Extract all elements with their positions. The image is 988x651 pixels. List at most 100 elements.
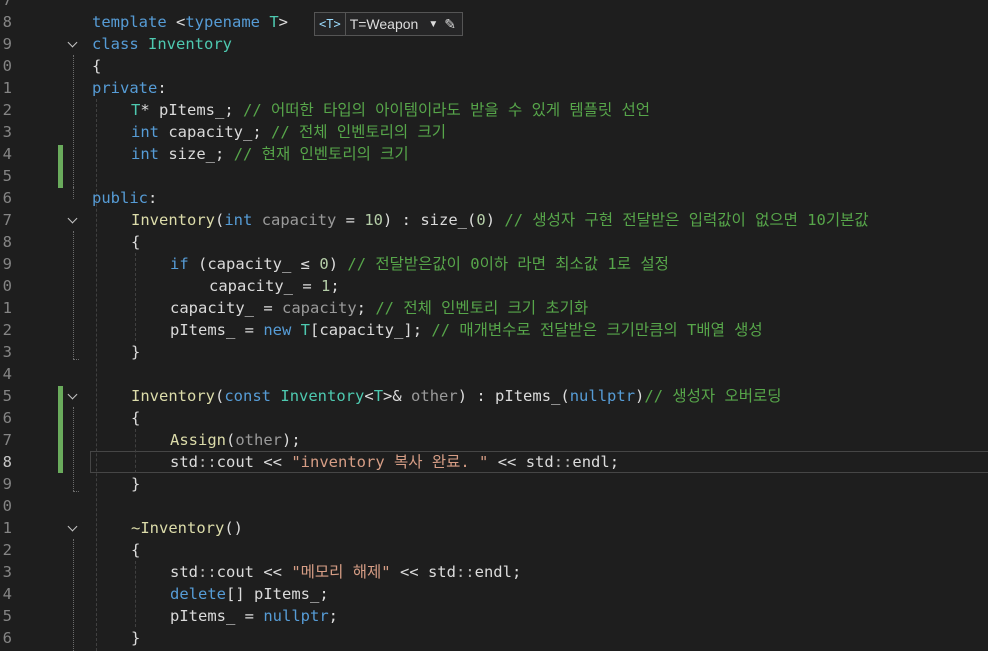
punctuation: () xyxy=(224,519,244,537)
member-variable: capacity_ xyxy=(207,255,292,273)
keyword: nullptr xyxy=(569,387,636,405)
line-number: 3 xyxy=(2,123,12,141)
identifier: endl xyxy=(474,563,512,581)
code-line[interactable]: 8 std::cout << "inventory 복사 완료. " << st… xyxy=(0,451,988,473)
punctuation: ; xyxy=(330,277,340,295)
keyword: public xyxy=(92,189,148,207)
code-line[interactable]: 2 T* pItems_; // 어떠한 타입의 아이템이라도 받을 수 있게 … xyxy=(0,99,988,121)
code-line[interactable]: 8 template <typename T> xyxy=(0,11,988,33)
operator: :: xyxy=(455,563,475,581)
function-name: Inventory xyxy=(131,387,215,405)
comment: // 생성자 구현 전달받은 입력값이 없으면 10기본값 xyxy=(504,211,869,229)
code-line[interactable]: 5 xyxy=(0,165,988,187)
code-line[interactable]: 0 xyxy=(0,495,988,517)
code-line[interactable]: 1 capacity_ = capacity; // 전체 인벤토리 크기 초기… xyxy=(0,297,988,319)
fold-toggle-icon[interactable] xyxy=(67,209,79,231)
code-line[interactable]: 4 int size_; // 현재 인벤토리의 크기 xyxy=(0,143,988,165)
code-line[interactable]: 1 private: xyxy=(0,77,988,99)
punctuation: ; xyxy=(609,453,620,471)
fold-toggle-icon[interactable] xyxy=(67,385,79,407)
punctuation: ) xyxy=(635,387,645,405)
code-line[interactable]: 7 Inventory(int capacity = 10) : size_(0… xyxy=(0,209,988,231)
fold-toggle-icon[interactable] xyxy=(67,517,79,539)
identifier: cout xyxy=(216,453,254,471)
number: 0 xyxy=(476,211,486,229)
punctuation: ; xyxy=(252,123,272,141)
fold-toggle-icon[interactable] xyxy=(67,33,79,55)
operator: :: xyxy=(553,453,573,471)
code-line[interactable]: 6 { xyxy=(0,407,988,429)
code-line[interactable]: 4 delete[] pItems_; xyxy=(0,583,988,605)
line-number: 4 xyxy=(2,365,12,383)
member-variable: pItems_ xyxy=(254,585,320,603)
code-editor[interactable]: <T> T=Weapon ▼ ✎ 7 8 template <typename … xyxy=(0,0,988,651)
member-variable: capacity_ xyxy=(170,299,254,317)
operator: = xyxy=(336,211,365,229)
comment: // 생성자 오버로딩 xyxy=(644,387,782,405)
namespace: std xyxy=(170,563,198,581)
punctuation: : xyxy=(157,79,167,97)
member-variable: pItems_ xyxy=(159,101,225,119)
code-line[interactable]: 6 public: xyxy=(0,187,988,209)
code-line[interactable]: 2 { xyxy=(0,539,988,561)
code-line[interactable]: 9 if (capacity_ ≤ 0) // 전달받은값이 0이하 라면 최소… xyxy=(0,253,988,275)
code-line[interactable]: 2 pItems_ = new T[capacity_]; // 매개변수로 전… xyxy=(0,319,988,341)
string-literal: "inventory 복사 완료. " xyxy=(291,453,489,471)
class-name: Inventory xyxy=(148,35,233,53)
parameter: other xyxy=(235,431,283,449)
member-variable: capacity_ xyxy=(168,123,253,141)
member-variable: pItems_ xyxy=(170,607,236,625)
line-number: 0 xyxy=(2,277,12,295)
operator: :: xyxy=(198,453,217,471)
line-number: 3 xyxy=(2,343,12,361)
punctuation: ( xyxy=(215,211,225,229)
code-line[interactable]: 3 } xyxy=(0,341,988,363)
punctuation: ]; xyxy=(403,321,432,339)
type-param: T xyxy=(131,101,141,119)
code-line[interactable]: 3 int capacity_; // 전체 인벤토리의 크기 xyxy=(0,121,988,143)
punctuation: >& xyxy=(383,387,412,405)
operator: :: xyxy=(198,563,217,581)
code-line[interactable]: 1 ~Inventory() xyxy=(0,517,988,539)
parameter: capacity xyxy=(261,211,337,229)
line-number: 0 xyxy=(2,57,12,75)
punctuation: ) : xyxy=(383,211,421,229)
code-line[interactable]: 5 Inventory(const Inventory<T>& other) :… xyxy=(0,385,988,407)
punctuation: ; xyxy=(328,607,338,625)
operator: = xyxy=(254,299,282,317)
code-line[interactable]: 9 } xyxy=(0,473,988,495)
code-line[interactable]: 6 } xyxy=(0,627,988,649)
line-number: 8 xyxy=(2,233,12,251)
number: 10 xyxy=(364,211,384,229)
keyword: const xyxy=(224,387,272,405)
punctuation: ); xyxy=(282,431,301,449)
code-line[interactable]: 9 class Inventory xyxy=(0,33,988,55)
string-literal: "메모리 해제" xyxy=(291,563,391,581)
code-line[interactable]: 3 std::cout << "메모리 해제" << std::endl; xyxy=(0,561,988,583)
code-line[interactable]: 4 xyxy=(0,363,988,385)
code-line[interactable]: 8 { xyxy=(0,231,988,253)
keyword: int xyxy=(224,211,253,229)
code-line[interactable]: 7 Assign(other); xyxy=(0,429,988,451)
code-line[interactable]: 0 capacity_ = 1; xyxy=(0,275,988,297)
punctuation: : xyxy=(148,189,158,207)
keyword: template xyxy=(92,13,167,31)
line-number: 4 xyxy=(2,585,12,603)
keyword: nullptr xyxy=(263,607,329,625)
code-line[interactable]: 0 { xyxy=(0,55,988,77)
identifier: cout xyxy=(216,563,254,581)
line-number: 4 xyxy=(2,145,12,163)
number: 0 xyxy=(319,255,329,273)
code-line[interactable]: 5 pItems_ = nullptr; xyxy=(0,605,988,627)
punctuation: [ xyxy=(310,321,320,339)
operator: ≤ xyxy=(291,255,320,273)
keyword: delete xyxy=(170,585,226,603)
line-number: 7 xyxy=(2,211,12,229)
keyword: if xyxy=(170,255,189,273)
line-number: 6 xyxy=(2,189,12,207)
line-number: 2 xyxy=(2,321,12,339)
line-number: 0 xyxy=(2,497,12,515)
